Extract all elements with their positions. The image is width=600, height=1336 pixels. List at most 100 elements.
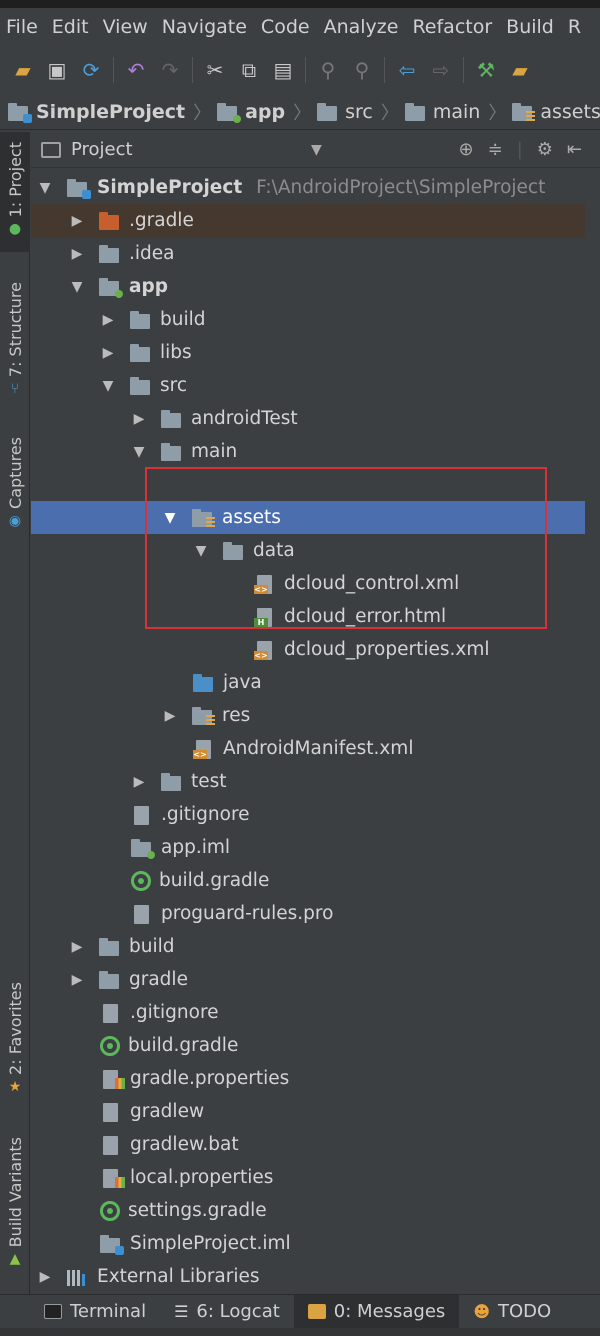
- tool-tab-structure[interactable]: 7: Structure ⑂: [0, 272, 30, 402]
- tree-row-main[interactable]: ▼ main: [31, 435, 600, 468]
- breadcrumb-src[interactable]: src: [317, 101, 377, 123]
- collapsed-arrow-icon[interactable]: ▶: [69, 972, 85, 988]
- expanded-arrow-icon[interactable]: ▼: [131, 444, 147, 460]
- breadcrumb-main[interactable]: main: [404, 101, 484, 123]
- tool-tab-messages[interactable]: 0: Messages: [293, 1294, 460, 1329]
- project-view-selector[interactable]: Project: [71, 139, 133, 160]
- expanded-arrow-icon[interactable]: ▼: [69, 279, 85, 295]
- folder-icon: [404, 102, 427, 121]
- collapsed-arrow-icon[interactable]: ▶: [37, 1269, 53, 1285]
- tree-row-assets[interactable]: ▼ assets: [31, 501, 585, 534]
- tree-row-libs[interactable]: ▶ libs: [31, 336, 600, 369]
- collapsed-arrow-icon[interactable]: ▶: [69, 246, 85, 262]
- tree-row-data[interactable]: ▼ data: [31, 534, 600, 567]
- tree-row-root-gitignore[interactable]: .gitignore: [31, 996, 600, 1029]
- menu-build[interactable]: Build: [500, 16, 562, 38]
- tree-row-dcloud-properties[interactable]: <> dcloud_properties.xml: [31, 633, 600, 666]
- collapse-all-icon[interactable]: ≑: [488, 139, 503, 160]
- tool-tab-logcat[interactable]: ☰ 6: Logcat: [160, 1295, 294, 1329]
- html-file-icon: H: [254, 607, 276, 627]
- folder-icon: [130, 376, 152, 395]
- undo-icon[interactable]: ↶: [119, 53, 153, 87]
- expanded-arrow-icon[interactable]: ▼: [162, 510, 178, 526]
- tree-row-dcloud-control[interactable]: <> dcloud_control.xml: [31, 567, 600, 600]
- tree-row-root-build-gradle[interactable]: build.gradle: [31, 1029, 600, 1062]
- breadcrumb-app[interactable]: app: [217, 101, 289, 123]
- menu-navigate[interactable]: Navigate: [156, 16, 255, 38]
- tree-row-src[interactable]: ▼ src: [31, 369, 600, 402]
- tree-row-res[interactable]: ▶ res: [31, 699, 600, 732]
- folder-icon: [130, 343, 152, 362]
- forward-icon[interactable]: ⇨: [424, 53, 458, 87]
- tree-row-app-build[interactable]: ▶ build: [31, 303, 600, 336]
- tool-tab-terminal[interactable]: Terminal: [30, 1295, 160, 1329]
- captures-icon: ◉: [8, 512, 22, 529]
- menu-edit[interactable]: Edit: [46, 16, 97, 38]
- tree-row-gradlew-bat[interactable]: gradlew.bat: [31, 1128, 600, 1161]
- chevron-down-icon[interactable]: ▼: [311, 142, 322, 158]
- tree-row-root-gradle[interactable]: ▶ gradle: [31, 963, 600, 996]
- open-folder-icon[interactable]: ▰: [6, 53, 40, 87]
- tool-tab-favorites[interactable]: 2: Favorites ★: [0, 972, 30, 1102]
- tree-row-androidtest[interactable]: ▶ androidTest: [31, 402, 600, 435]
- find-icon[interactable]: ⚲: [311, 53, 345, 87]
- text-file-icon: [100, 1003, 122, 1023]
- expanded-arrow-icon[interactable]: ▼: [37, 180, 53, 196]
- breadcrumb-simpleproject[interactable]: SimpleProject: [8, 101, 189, 123]
- gear-icon[interactable]: ⚙: [537, 139, 553, 160]
- paste-icon[interactable]: ▤: [266, 53, 300, 87]
- menu-code[interactable]: Code: [255, 16, 318, 38]
- redo-icon[interactable]: ↷: [153, 53, 187, 87]
- tool-tab-todo[interactable]: ☻ TODO: [459, 1295, 565, 1329]
- collapsed-arrow-icon[interactable]: ▶: [131, 411, 147, 427]
- tree-row-gradle-properties[interactable]: gradle.properties: [31, 1062, 600, 1095]
- save-icon[interactable]: ▣: [40, 53, 74, 87]
- cut-icon[interactable]: ✂: [198, 53, 232, 87]
- tree-row-gradle-dir[interactable]: ▶ .gradle: [31, 204, 585, 237]
- menu-view[interactable]: View: [97, 16, 156, 38]
- tree-row-app-build-gradle[interactable]: build.gradle: [31, 864, 600, 897]
- toolbar-separator: [463, 57, 464, 83]
- collapsed-arrow-icon[interactable]: ▶: [100, 312, 116, 328]
- tree-row-simpleproject[interactable]: ▼ SimpleProject F:\AndroidProject\Simple…: [31, 171, 600, 204]
- expanded-arrow-icon[interactable]: ▼: [193, 543, 209, 559]
- menu-run[interactable]: R: [562, 16, 589, 38]
- left-tool-window-strip: 1: Project ● 7: Structure ⑂ Captures ◉ 2…: [0, 132, 30, 1294]
- tree-row-androidmanifest[interactable]: <> AndroidManifest.xml: [31, 732, 600, 765]
- tree-row-test[interactable]: ▶ test: [31, 765, 600, 798]
- locate-target-icon[interactable]: ⊕: [459, 139, 474, 160]
- replace-icon[interactable]: ⚲: [345, 53, 379, 87]
- tree-row-java[interactable]: java: [31, 666, 600, 699]
- tool-tab-build-variants[interactable]: Build Variants ▲: [0, 1127, 30, 1277]
- tree-row-root-build[interactable]: ▶ build: [31, 930, 600, 963]
- tree-row-local-properties[interactable]: local.properties: [31, 1161, 600, 1194]
- tree-row-simpleproject-iml[interactable]: SimpleProject.iml: [31, 1227, 600, 1260]
- menu-analyze[interactable]: Analyze: [318, 16, 407, 38]
- menu-file[interactable]: File: [0, 16, 46, 38]
- expanded-arrow-icon[interactable]: ▼: [100, 378, 116, 394]
- collapsed-arrow-icon[interactable]: ▶: [131, 774, 147, 790]
- menu-refactor[interactable]: Refactor: [406, 16, 500, 38]
- breadcrumb-assets[interactable]: assets: [512, 101, 600, 123]
- tool-tab-captures[interactable]: Captures ◉: [0, 427, 30, 537]
- tree-row-app-gitignore[interactable]: .gitignore: [31, 798, 600, 831]
- tree-row-app[interactable]: ▼ app: [31, 270, 600, 303]
- tool-tab-project[interactable]: 1: Project ●: [0, 132, 30, 252]
- tree-row-proguard[interactable]: proguard-rules.pro: [31, 897, 600, 930]
- tree-row-external-libraries[interactable]: ▶ External Libraries: [31, 1260, 600, 1293]
- tree-row-settings-gradle[interactable]: settings.gradle: [31, 1194, 600, 1227]
- run-config-icon[interactable]: ▰: [503, 53, 537, 87]
- back-icon[interactable]: ⇦: [390, 53, 424, 87]
- collapsed-arrow-icon[interactable]: ▶: [69, 939, 85, 955]
- collapsed-arrow-icon[interactable]: ▶: [162, 708, 178, 724]
- collapsed-arrow-icon[interactable]: ▶: [69, 213, 85, 229]
- build-hammer-icon[interactable]: ⚒: [469, 53, 503, 87]
- tree-row-gradlew[interactable]: gradlew: [31, 1095, 600, 1128]
- collapsed-arrow-icon[interactable]: ▶: [100, 345, 116, 361]
- tree-row-app-iml[interactable]: app.iml: [31, 831, 600, 864]
- tree-row-dcloud-error[interactable]: H dcloud_error.html: [31, 600, 600, 633]
- copy-icon[interactable]: ⧉: [232, 53, 266, 87]
- tree-row-idea[interactable]: ▶ .idea: [31, 237, 600, 270]
- sync-icon[interactable]: ⟳: [74, 53, 108, 87]
- hide-panel-icon[interactable]: ⇤: [567, 139, 582, 160]
